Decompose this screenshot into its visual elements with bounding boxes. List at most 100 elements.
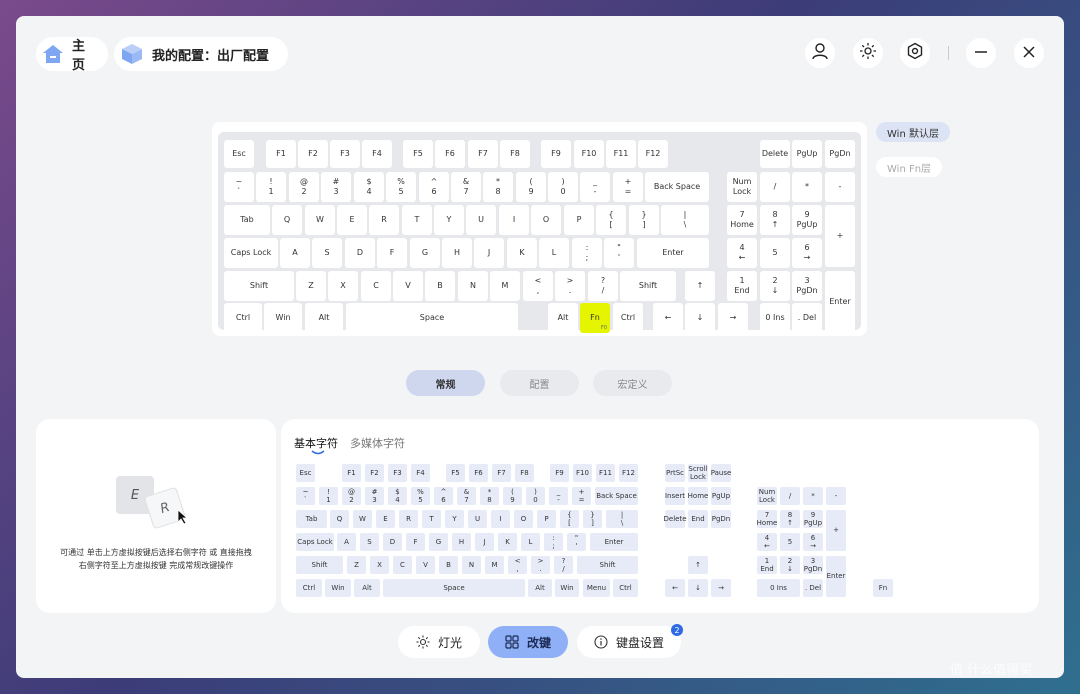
pick-key-7[interactable]: & 7 [457, 487, 476, 505]
key-3[interactable]: #3 [321, 172, 351, 202]
pick-key-o[interactable]: O [514, 510, 533, 528]
pick-key-num3[interactable]: 3 PgDn [803, 556, 823, 574]
pick-key-r[interactable]: R [399, 510, 418, 528]
key-backspace[interactable]: Back Space [645, 172, 709, 202]
key-backslash[interactable]: | \ [661, 205, 709, 235]
pick-key-delete[interactable]: Delete [664, 510, 687, 528]
pick-key-backslash[interactable]: | \ [606, 510, 638, 528]
account-button[interactable] [805, 38, 835, 68]
key-equal[interactable]: + = [613, 172, 643, 202]
key-f4[interactable]: F4 [362, 140, 392, 168]
pick-key-h[interactable]: H [452, 533, 471, 551]
key-num-slash[interactable]: / [760, 172, 790, 202]
pick-key-num9[interactable]: 9 PgUp [803, 510, 823, 528]
key-4[interactable]: $4 [354, 172, 384, 202]
key-y[interactable]: Y [434, 205, 464, 235]
pick-key-num2[interactable]: 2 ↓ [780, 556, 800, 574]
pick-key-g[interactable]: G [429, 533, 448, 551]
pick-key-f6[interactable]: F6 [469, 464, 488, 482]
pick-key-c[interactable]: C [393, 556, 412, 574]
key-h[interactable]: H [442, 238, 472, 268]
nav-keyboard-settings[interactable]: 键盘设置 [577, 626, 681, 658]
pick-key-lwin[interactable]: Win [325, 579, 351, 597]
pick-key-0[interactable]: ) 0 [526, 487, 545, 505]
pick-key-a[interactable]: A [337, 533, 356, 551]
key-0[interactable]: ) 0 [548, 172, 578, 202]
key-f1[interactable]: F1 [266, 140, 296, 168]
pick-key-i[interactable]: I [491, 510, 510, 528]
key-s[interactable]: S [312, 238, 342, 268]
key-f2[interactable]: F2 [298, 140, 328, 168]
key-l[interactable]: L [539, 238, 569, 268]
pick-key-j[interactable]: J [475, 533, 494, 551]
key-num-del[interactable]: . Del [792, 303, 822, 333]
key-num9[interactable]: 9 PgUp [792, 205, 822, 235]
pick-key-esc[interactable]: Esc [296, 464, 315, 482]
key-minus[interactable]: _ - [580, 172, 610, 202]
pick-key-num-del[interactable]: . Del [803, 579, 823, 597]
pick-key-5[interactable]: % 5 [411, 487, 430, 505]
pick-key-v[interactable]: V [416, 556, 435, 574]
key-ralt[interactable]: Alt [548, 303, 578, 333]
pick-key-f10[interactable]: F10 [573, 464, 592, 482]
key-5[interactable]: % 5 [386, 172, 416, 202]
key-num-minus[interactable]: - [825, 172, 855, 202]
pick-key-num-star[interactable]: * [803, 487, 823, 505]
key-semicolon[interactable]: :; [572, 238, 602, 268]
pick-key-f5[interactable]: F5 [446, 464, 465, 482]
pick-key-3[interactable]: #3 [365, 487, 384, 505]
pick-key-num6[interactable]: 6 → [803, 533, 823, 551]
pick-key-p[interactable]: P [537, 510, 556, 528]
pick-key-down[interactable]: ↓ [688, 579, 708, 597]
key-g[interactable]: G [410, 238, 440, 268]
key-space[interactable]: Space [346, 303, 518, 333]
pick-key-scrolllock[interactable]: Scroll Lock [688, 464, 708, 482]
pick-key-rctrl[interactable]: Ctrl [613, 579, 638, 597]
pick-key-pause[interactable]: Pause [711, 464, 731, 482]
pick-key-tab[interactable]: Tab [296, 510, 327, 528]
pick-key-num8[interactable]: 8 ↑ [780, 510, 800, 528]
pick-key-8[interactable]: * 8 [480, 487, 499, 505]
home-button[interactable]: 主页 [36, 37, 108, 73]
key-j[interactable]: J [474, 238, 504, 268]
key-numlock[interactable]: Num Lock [727, 172, 757, 202]
key-num-enter[interactable]: Enter [825, 271, 855, 333]
key-f[interactable]: F [377, 238, 407, 268]
key-2[interactable]: @2 [289, 172, 319, 202]
key-right[interactable]: → [718, 303, 748, 333]
pick-key-lbracket[interactable]: {[ [560, 510, 579, 528]
key-x[interactable]: X [328, 271, 358, 301]
pick-key-quote[interactable]: " ' [567, 533, 586, 551]
key-z[interactable]: Z [296, 271, 326, 301]
pick-key-9[interactable]: (9 [503, 487, 522, 505]
pick-key-4[interactable]: $4 [388, 487, 407, 505]
key-num0[interactable]: 0 Ins [760, 303, 790, 333]
minimize-button[interactable] [966, 38, 996, 68]
key-1[interactable]: ! 1 [256, 172, 286, 202]
pick-key-end[interactable]: End [688, 510, 708, 528]
key-f11[interactable]: F11 [606, 140, 636, 168]
pick-key-enter[interactable]: Enter [590, 533, 638, 551]
pick-key-d[interactable]: D [383, 533, 402, 551]
key-w[interactable]: W [305, 205, 335, 235]
pick-key-f4[interactable]: F4 [411, 464, 430, 482]
key-f10[interactable]: F10 [574, 140, 604, 168]
pick-key-comma[interactable]: <, [508, 556, 527, 574]
pick-key-w[interactable]: W [353, 510, 372, 528]
layer-win-fn[interactable]: Win Fn层 [876, 157, 943, 177]
pick-key-n[interactable]: N [462, 556, 481, 574]
key-7[interactable]: & 7 [451, 172, 481, 202]
subtab-basic[interactable]: 基本字符 [294, 435, 338, 455]
pick-key-s[interactable]: S [360, 533, 379, 551]
pick-key-period[interactable]: >. [531, 556, 550, 574]
key-period[interactable]: >. [555, 271, 585, 301]
pick-key-fn[interactable]: Fn [873, 579, 893, 597]
pick-key-k[interactable]: K [498, 533, 517, 551]
key-delete[interactable]: Delete [760, 140, 790, 168]
key-num6[interactable]: 6 → [792, 238, 822, 268]
pick-key-prtsc[interactable]: PrtSc [665, 464, 685, 482]
key-num-plus[interactable]: + [825, 205, 855, 267]
pick-key-num5[interactable]: 5 [780, 533, 800, 551]
pick-key-num-slash[interactable]: / [780, 487, 800, 505]
subtab-media[interactable]: 多媒体字符 [350, 435, 405, 451]
